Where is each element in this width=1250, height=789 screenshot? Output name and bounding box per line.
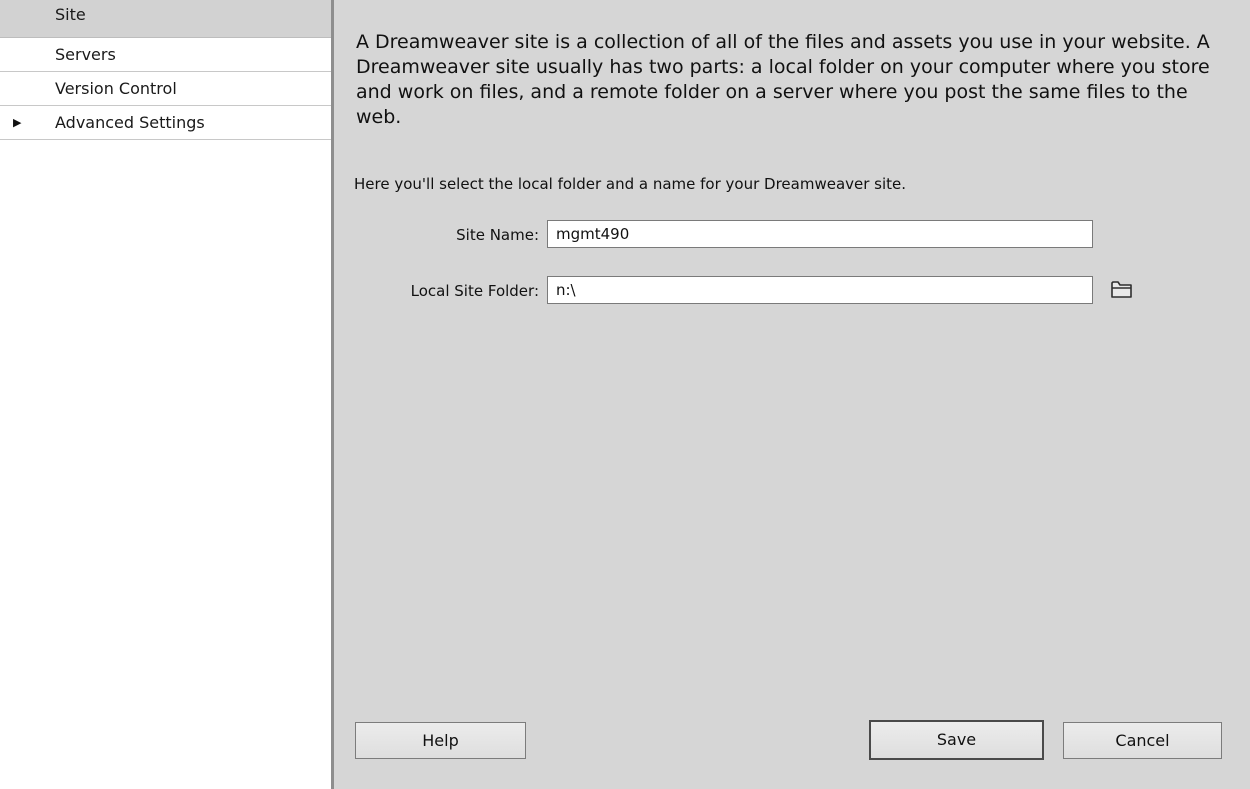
folder-icon[interactable] (1110, 278, 1134, 300)
site-setup-dialog: Site Servers Version Control ▶ Advanced … (0, 0, 1250, 789)
cancel-button[interactable]: Cancel (1063, 722, 1222, 759)
sidebar-item-advanced-settings[interactable]: ▶ Advanced Settings (0, 106, 331, 140)
category-sidebar: Site Servers Version Control ▶ Advanced … (0, 0, 331, 789)
site-name-input[interactable] (547, 220, 1093, 248)
local-site-folder-input[interactable] (547, 276, 1093, 304)
intro-text: A Dreamweaver site is a collection of al… (356, 31, 1210, 128)
sidebar-item-label: Version Control (55, 79, 177, 98)
sidebar-item-label: Servers (55, 45, 116, 64)
instruction-text: Here you'll select the local folder and … (354, 175, 907, 193)
sidebar-item-label: Advanced Settings (55, 113, 205, 132)
sidebar-item-version-control[interactable]: Version Control (0, 72, 331, 106)
sidebar-item-servers[interactable]: Servers (0, 38, 331, 72)
local-site-folder-label: Local Site Folder: (410, 282, 539, 300)
save-button[interactable]: Save (869, 720, 1044, 760)
site-settings-panel: A Dreamweaver site is a collection of al… (334, 0, 1250, 789)
sidebar-item-site[interactable]: Site (0, 0, 331, 38)
site-name-label: Site Name: (456, 226, 539, 244)
expand-triangle-icon[interactable]: ▶ (13, 106, 21, 140)
sidebar-item-label: Site (55, 5, 86, 24)
help-button[interactable]: Help (355, 722, 526, 759)
